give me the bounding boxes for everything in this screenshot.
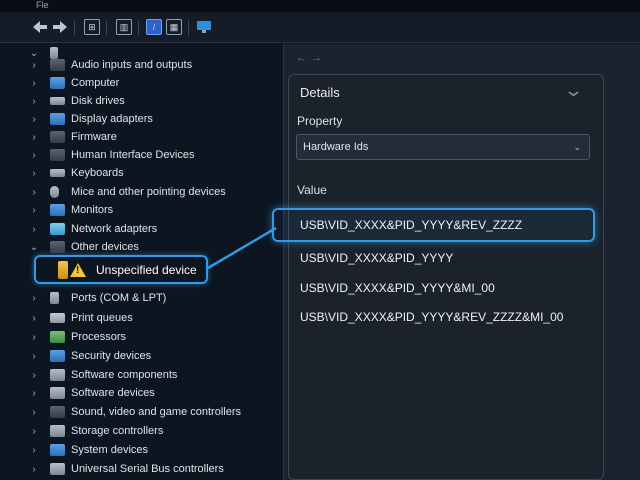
- panel-nav-arrows-icon[interactable]: ←→: [296, 52, 326, 64]
- details-title: Details: [300, 85, 340, 100]
- chevron-down-icon: ⌄: [573, 142, 581, 152]
- property-dropdown[interactable]: Hardware Ids ⌄: [296, 134, 590, 160]
- tree-item-unspecified-device[interactable]: ! Unspecified device: [58, 258, 197, 282]
- property-selected-value: Hardware Ids: [303, 141, 369, 153]
- value-item[interactable]: USB\VID_XXXX&PID_YYYY&REV_ZZZZ: [300, 218, 522, 232]
- device-icon: [58, 261, 68, 279]
- value-item[interactable]: USB\VID_XXXX&PID_YYYY&MI_00: [300, 281, 495, 295]
- tree-item-label: Unspecified device: [96, 263, 197, 277]
- warning-icon: !: [70, 263, 86, 277]
- value-item[interactable]: USB\VID_XXXX&PID_YYYY&REV_ZZZZ&MI_00: [300, 310, 563, 324]
- value-item[interactable]: USB\VID_XXXX&PID_YYYY: [300, 251, 453, 265]
- value-label: Value: [297, 183, 327, 197]
- property-label: Property: [297, 114, 343, 128]
- chevron-down-icon[interactable]: ⌄: [563, 80, 584, 101]
